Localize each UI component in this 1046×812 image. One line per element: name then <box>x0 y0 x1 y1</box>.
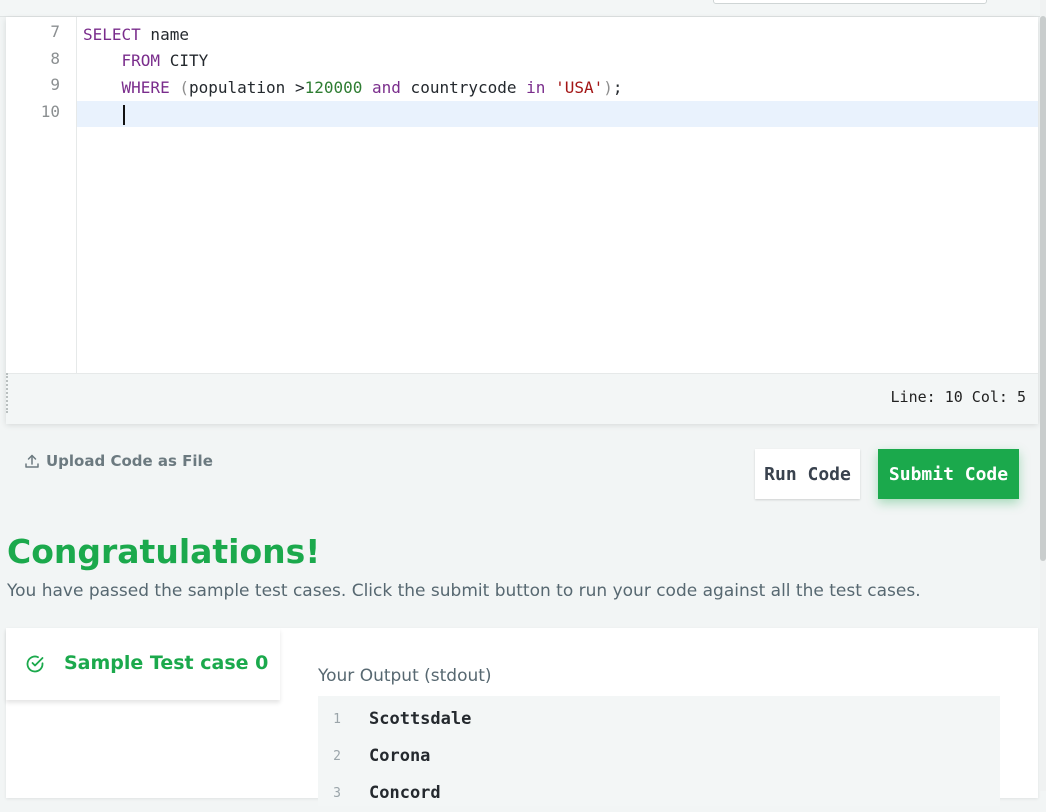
code-line-7[interactable]: SELECT name <box>83 22 189 48</box>
line-number: 8 <box>50 49 60 68</box>
number-literal: 120000 <box>304 78 363 97</box>
paren: ) <box>603 78 613 97</box>
output-box: 1 Scottsdale 2 Corona 3 Concord <box>318 696 1000 806</box>
output-line-text: Scottsdale <box>369 709 472 729</box>
editor-status-bar: Line: 10 Col: 5 <box>6 373 1038 424</box>
line-gutter: 7 8 9 10 <box>6 17 77 373</box>
code-area[interactable]: SELECT name FROM CITY WHERE (population … <box>77 17 1038 373</box>
run-code-button[interactable]: Run Code <box>755 449 860 499</box>
output-line-text: Corona <box>369 746 431 766</box>
output-label: Your Output (stdout) <box>318 666 492 686</box>
identifier: CITY <box>160 51 209 70</box>
keyword: in <box>526 78 546 97</box>
page-scrollbar-thumb[interactable] <box>1040 16 1046 561</box>
identifier: name <box>140 25 189 44</box>
output-line-number: 2 <box>333 749 341 764</box>
resize-handle[interactable] <box>6 373 11 413</box>
output-line: 3 Concord <box>318 775 1000 812</box>
active-line-highlight <box>77 101 1038 127</box>
test-results-panel: Sample Test case 0 Your Output (stdout) … <box>6 628 1038 806</box>
output-line-number: 1 <box>333 712 341 727</box>
result-message: You have passed the sample test cases. C… <box>7 581 921 601</box>
string-literal: 'USA' <box>555 78 604 97</box>
line-number: 7 <box>50 22 60 41</box>
keyword: SELECT <box>83 25 141 44</box>
check-circle-icon <box>26 655 44 673</box>
keyword: WHERE <box>121 78 170 97</box>
upload-icon <box>25 454 39 468</box>
result-title: Congratulations! <box>7 532 321 571</box>
upload-label: Upload Code as File <box>46 452 213 470</box>
paren: ( <box>179 78 189 97</box>
output-line-number: 3 <box>333 786 341 801</box>
line-number: 10 <box>40 102 60 121</box>
keyword: FROM <box>121 51 161 70</box>
submit-code-button[interactable]: Submit Code <box>878 449 1019 499</box>
code-editor[interactable]: 7 8 9 10 SELECT name FROM CITY WHERE (po… <box>6 17 1038 424</box>
upload-code-button[interactable]: Upload Code as File <box>24 452 213 470</box>
identifier: countrycode <box>400 78 527 97</box>
operator: > <box>285 78 305 97</box>
identifier: population <box>188 78 286 97</box>
semicolon: ; <box>612 78 623 97</box>
line-number: 9 <box>50 75 60 94</box>
output-line: 2 Corona <box>318 738 1000 775</box>
text-cursor <box>123 105 125 125</box>
language-select[interactable] <box>713 0 987 4</box>
output-line-text: Concord <box>369 783 441 803</box>
keyword: and <box>372 78 401 97</box>
output-line: 1 Scottsdale <box>318 701 1000 738</box>
test-case-label: Sample Test case 0 <box>64 652 269 674</box>
code-line-8[interactable]: FROM CITY <box>83 48 209 74</box>
code-line-9[interactable]: WHERE (population >120000 and countrycod… <box>83 75 623 101</box>
tab-sample-test-case-0[interactable]: Sample Test case 0 <box>6 628 280 700</box>
cursor-position: Line: 10 Col: 5 <box>890 388 1026 406</box>
top-strip <box>0 0 1046 17</box>
